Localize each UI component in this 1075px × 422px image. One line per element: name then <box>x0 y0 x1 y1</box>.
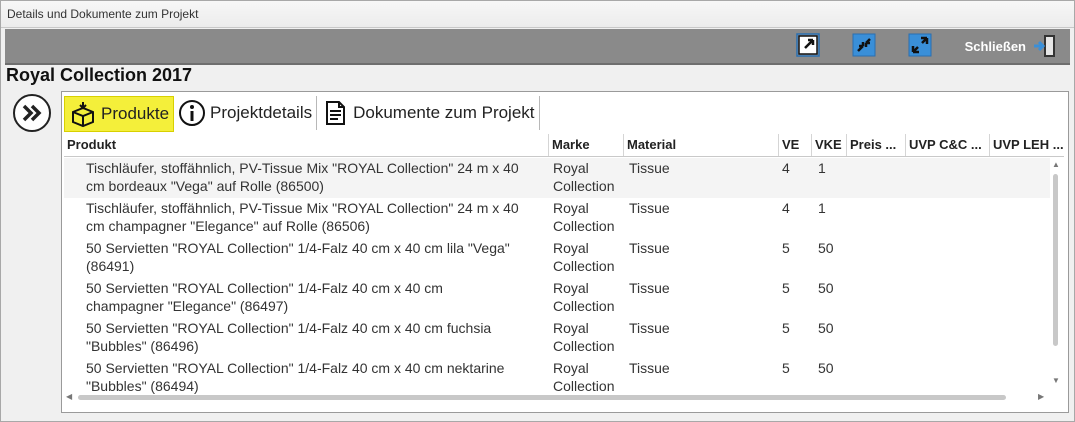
column-header-ve[interactable]: VE <box>779 134 812 156</box>
expand-sidebar-button[interactable] <box>13 94 51 132</box>
cell-produkt: (86491) <box>86 258 135 274</box>
cell-vke: 1 <box>818 200 826 216</box>
cell-marke: Royal <box>553 320 589 336</box>
cell-marke: Royal <box>553 240 589 256</box>
table-row[interactable]: 50 Servietten "ROYAL Collection" 1/4-Fal… <box>64 318 1050 358</box>
scroll-right-icon[interactable]: ▶ <box>1038 392 1044 401</box>
exit-door-icon <box>1034 35 1055 57</box>
cell-material: Tissue <box>629 200 670 216</box>
vertical-scroll-thumb[interactable] <box>1053 174 1058 346</box>
cell-ve: 5 <box>782 360 790 376</box>
cell-vke: 50 <box>818 280 834 296</box>
cell-vke: 1 <box>818 160 826 176</box>
tab-bar: Produkte Projektdetails Dokumente zum Pr… <box>64 96 540 132</box>
column-header-vke[interactable]: VKE <box>812 134 847 156</box>
project-title: Royal Collection 2017 <box>6 65 193 85</box>
cell-ve: 4 <box>782 160 790 176</box>
window-title: Details und Dokumente zum Projekt <box>7 7 199 21</box>
shrink-button[interactable] <box>851 32 877 58</box>
project-details-window: Details und Dokumente zum Projekt Schlie… <box>0 0 1075 422</box>
cell-produkt: cm champagner "Elegance" auf Rolle (8650… <box>86 218 370 234</box>
cell-produkt: champagner "Elegance" (86497) <box>86 298 289 314</box>
column-header-produkt[interactable]: Produkt <box>64 134 549 156</box>
cell-produkt: 50 Servietten "ROYAL Collection" 1/4-Fal… <box>86 320 492 336</box>
cell-marke: Collection <box>553 258 615 274</box>
expand-button[interactable] <box>907 32 933 58</box>
column-header-marke[interactable]: Marke <box>549 134 624 156</box>
cell-vke: 50 <box>818 360 834 376</box>
tab-produkte[interactable]: Produkte <box>64 96 175 132</box>
cell-ve: 5 <box>782 320 790 336</box>
cell-material: Tissue <box>629 360 670 376</box>
restore-window-button[interactable] <box>795 32 821 58</box>
cell-marke: Collection <box>553 178 615 194</box>
tab-dokumente[interactable]: Dokumente zum Projekt <box>317 96 540 130</box>
cell-marke: Collection <box>553 298 615 314</box>
cell-ve: 4 <box>782 200 790 216</box>
horizontal-scroll-thumb[interactable] <box>78 395 1006 400</box>
cell-produkt: 50 Servietten "ROYAL Collection" 1/4-Fal… <box>86 240 510 256</box>
cell-produkt: cm bordeaux "Vega" auf Rolle (86500) <box>86 178 324 194</box>
vertical-scrollbar[interactable]: ▲ ▼ <box>1050 158 1062 388</box>
cell-marke: Royal <box>553 200 589 216</box>
cell-ve: 5 <box>782 240 790 256</box>
tab-projektdetails[interactable]: Projektdetails <box>174 96 318 130</box>
tab-label: Dokumente zum Projekt <box>353 103 535 122</box>
table-header: Produkt Marke Material VE VKE Preis ... … <box>64 134 1064 157</box>
toolbar: Schließen <box>5 29 1070 65</box>
cell-ve: 5 <box>782 280 790 296</box>
cell-marke: Royal <box>553 360 589 376</box>
document-icon <box>326 101 346 125</box>
table-row[interactable]: 50 Servietten "ROYAL Collection" 1/4-Fal… <box>64 278 1050 318</box>
window-titlebar: Details und Dokumente zum Projekt <box>1 1 1074 28</box>
column-header-preis[interactable]: Preis ... <box>847 134 906 156</box>
close-button[interactable]: Schließen <box>965 33 1058 59</box>
cell-produkt: Tischläufer, stoffähnlich, PV-Tissue Mix… <box>86 200 519 216</box>
cell-produkt: "Bubbles" (86496) <box>86 338 199 354</box>
cell-vke: 50 <box>818 320 834 336</box>
cell-produkt: 50 Servietten "ROYAL Collection" 1/4-Fal… <box>86 280 443 296</box>
scroll-down-icon[interactable]: ▼ <box>1052 376 1060 385</box>
cell-marke: Royal <box>553 280 589 296</box>
cell-vke: 50 <box>818 240 834 256</box>
cell-marke: Collection <box>553 218 615 234</box>
column-header-uvp-cc[interactable]: UVP C&C ... <box>906 134 990 156</box>
cell-material: Tissue <box>629 160 670 176</box>
scroll-up-icon[interactable]: ▲ <box>1052 160 1060 169</box>
tab-label: Produkte <box>101 104 170 123</box>
double-chevron-right-icon <box>22 104 42 122</box>
cell-material: Tissue <box>629 320 670 336</box>
cell-material: Tissue <box>629 280 670 296</box>
shrink-icon <box>852 33 876 57</box>
cell-produkt: Tischläufer, stoffähnlich, PV-Tissue Mix… <box>86 160 519 176</box>
close-label: Schließen <box>964 38 1026 54</box>
column-header-uvp-leh[interactable]: UVP LEH ... <box>990 134 1064 156</box>
tab-label: Projektdetails <box>210 103 313 122</box>
products-table: Produkt Marke Material VE VKE Preis ... … <box>64 134 1064 406</box>
restore-icon <box>796 33 820 57</box>
cell-marke: Royal <box>553 160 589 176</box>
table-row[interactable]: Tischläufer, stoffähnlich, PV-Tissue Mix… <box>64 198 1050 238</box>
expand-icon <box>908 33 932 57</box>
cell-material: Tissue <box>629 240 670 256</box>
info-icon <box>179 100 206 126</box>
cell-marke: Collection <box>553 338 615 354</box>
column-header-material[interactable]: Material <box>624 134 779 156</box>
scroll-left-icon[interactable]: ◀ <box>66 392 72 401</box>
table-row[interactable]: Tischläufer, stoffähnlich, PV-Tissue Mix… <box>64 158 1050 198</box>
content-panel: Produkte Projektdetails Dokumente zum Pr… <box>61 91 1069 413</box>
cell-produkt: 50 Servietten "ROYAL Collection" 1/4-Fal… <box>86 360 505 376</box>
horizontal-scrollbar[interactable]: ◀ ▶ <box>64 390 1050 404</box>
box-icon <box>72 102 94 128</box>
table-row[interactable]: 50 Servietten "ROYAL Collection" 1/4-Fal… <box>64 238 1050 278</box>
